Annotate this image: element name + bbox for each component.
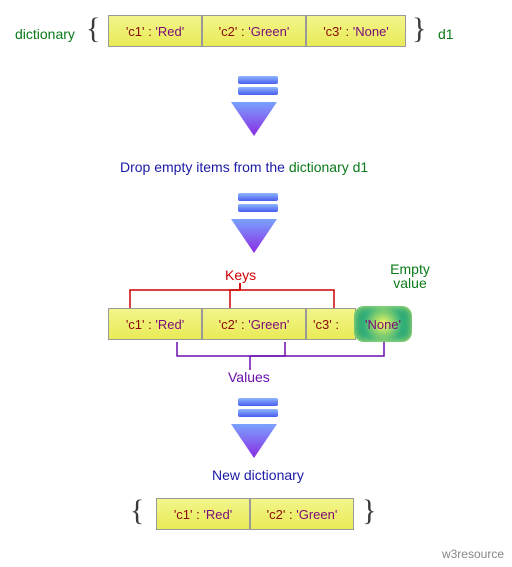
dict1-cell-2: 'c3' : 'None' [306, 15, 406, 47]
dict2-key-1: 'c2' [219, 317, 238, 332]
label-values: Values [228, 369, 270, 385]
dict3-key-1: 'c2' [267, 507, 286, 522]
arrow-tail-1 [238, 76, 278, 84]
caption-drop-prefix: Drop empty items from the [120, 159, 289, 175]
arrow-tail-2 [238, 193, 278, 201]
caption-drop-suffix: dictionary d1 [289, 159, 368, 175]
dict1-cell-1: 'c2' : 'Green' [202, 15, 306, 47]
empty-value-bubble: 'None' [354, 306, 412, 342]
brace-left-1: { [86, 12, 100, 46]
dict3-val-0: 'Red' [203, 507, 232, 522]
label-keys: Keys [225, 267, 256, 283]
dict2-key-0: 'c1' [126, 317, 145, 332]
dict3-key-0: 'c1' [174, 507, 193, 522]
dict1-key-1: 'c2' [219, 24, 238, 39]
dict1-val-1: 'Green' [248, 24, 289, 39]
dict2-val-1: 'Green' [248, 317, 289, 332]
footer-credit: w3resource [442, 547, 504, 561]
diagram-stage: dictionary { 'c1' : 'Red' 'c2' : 'Green'… [0, 0, 512, 567]
brace-right-2: } [362, 494, 376, 528]
dict2-cell-2-key: 'c3' : [306, 308, 356, 340]
dict1-key-2: 'c3' [323, 24, 342, 39]
arrow-tail-1b [238, 87, 278, 95]
dict3-cell-1: 'c2' : 'Green' [250, 498, 354, 530]
label-new-dictionary: New dictionary [212, 467, 304, 483]
dict2-key-2: 'c3' [313, 317, 332, 332]
dict1-cell-0: 'c1' : 'Red' [108, 15, 202, 47]
label-dictionary: dictionary [15, 26, 75, 42]
arrow-tail-2b [238, 204, 278, 212]
dict2-val-2: 'None' [365, 317, 401, 332]
caption-drop: Drop empty items from the dictionary d1 [120, 159, 368, 175]
dict1-val-0: 'Red' [155, 24, 184, 39]
label-d1: d1 [438, 26, 454, 42]
dict3-cell-0: 'c1' : 'Red' [156, 498, 250, 530]
arrow-tail-3 [238, 398, 278, 406]
dict1-val-2: 'None' [353, 24, 389, 39]
dict2-val-0: 'Red' [155, 317, 184, 332]
brace-left-2: { [130, 494, 144, 528]
dict1-key-0: 'c1' [126, 24, 145, 39]
down-arrow-3 [231, 418, 277, 464]
down-arrow-2 [231, 213, 277, 259]
dict3-val-1: 'Green' [296, 507, 337, 522]
dict2-cell-0: 'c1' : 'Red' [108, 308, 202, 340]
dict2-cell-1: 'c2' : 'Green' [202, 308, 306, 340]
arrow-tail-3b [238, 409, 278, 417]
brace-right-1: } [412, 12, 426, 46]
label-empty-value: Empty value [380, 262, 440, 290]
down-arrow-1 [231, 96, 277, 142]
